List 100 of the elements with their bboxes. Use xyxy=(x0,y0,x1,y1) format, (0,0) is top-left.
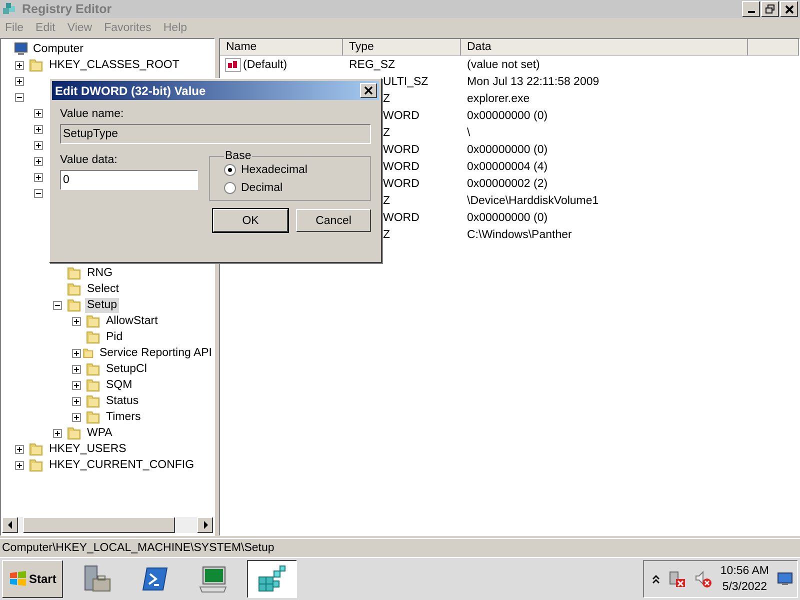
chevron-up-icon[interactable] xyxy=(652,574,660,584)
start-button[interactable]: Start xyxy=(2,560,64,598)
arrow-right-icon[interactable] xyxy=(202,521,208,529)
folder-icon xyxy=(28,441,44,457)
tree-item[interactable]: Status xyxy=(104,394,141,408)
restore-icon xyxy=(765,4,775,14)
close-button[interactable] xyxy=(360,83,377,98)
table-cell-text: Mon Jul 13 22:11:58 2009 xyxy=(466,76,600,88)
registry-cubes-icon xyxy=(2,1,18,17)
expander[interactable] xyxy=(15,60,24,70)
expander[interactable] xyxy=(53,300,62,310)
string-value-icon xyxy=(225,58,241,72)
column-header[interactable]: Data xyxy=(461,39,748,56)
cancel-button[interactable]: Cancel xyxy=(296,209,371,232)
folder-icon xyxy=(66,281,82,297)
table-cell-text: 0x00000002 (2) xyxy=(466,178,549,190)
expander[interactable] xyxy=(15,444,24,454)
expander[interactable] xyxy=(34,188,43,198)
folder-icon xyxy=(85,377,101,393)
folder-icon xyxy=(85,393,101,409)
expander[interactable] xyxy=(15,460,24,470)
expander[interactable] xyxy=(15,92,24,102)
tree-item[interactable]: Service Reporting API xyxy=(97,346,214,360)
expander[interactable] xyxy=(34,140,43,150)
value-data-field[interactable]: 0 xyxy=(60,170,198,190)
ok-button[interactable]: OK xyxy=(213,209,288,232)
tree-item[interactable]: Timers xyxy=(104,410,143,424)
column-header[interactable]: Type xyxy=(343,39,461,56)
table-cell-text: 0x00000000 (0) xyxy=(466,110,549,122)
expander[interactable] xyxy=(72,364,81,374)
tree-item[interactable]: HKEY_CLASSES_ROOT xyxy=(47,58,182,72)
table-cell-text: Z xyxy=(382,194,392,206)
horizontal-scrollbar[interactable] xyxy=(2,517,213,533)
table-cell-text: WORD xyxy=(382,160,420,172)
close-button[interactable] xyxy=(780,1,798,17)
minimize-button[interactable] xyxy=(742,1,760,17)
folder-icon xyxy=(28,457,44,473)
tree-item[interactable]: Computer xyxy=(31,42,86,56)
table-cell-text: 0x00000000 (0) xyxy=(466,212,549,224)
expander[interactable] xyxy=(34,172,43,182)
window-title: Registry Editor xyxy=(22,2,113,16)
expander[interactable] xyxy=(72,348,81,358)
clock-date[interactable]: 5/3/2022 xyxy=(722,579,768,595)
tree-item[interactable]: SetupCl xyxy=(104,362,149,376)
expander[interactable] xyxy=(34,108,43,118)
expander[interactable] xyxy=(34,124,43,134)
network-error-icon[interactable] xyxy=(668,570,686,588)
radio-label[interactable]: Hexadecimal xyxy=(241,164,308,176)
tree-item[interactable]: HKEY_USERS xyxy=(47,442,128,456)
group-label: Base xyxy=(224,150,252,162)
show-desktop-icon[interactable] xyxy=(777,572,793,586)
table-cell-text: \ xyxy=(466,126,472,138)
speaker-muted-icon[interactable] xyxy=(694,570,712,588)
computer-icon xyxy=(13,42,29,56)
radio-button[interactable] xyxy=(224,164,236,176)
close-icon xyxy=(364,86,373,95)
table-cell-text: C:\Windows\Panther xyxy=(466,228,573,240)
expander[interactable] xyxy=(15,76,24,86)
close-icon xyxy=(784,4,794,14)
tree-item[interactable]: Setup xyxy=(85,298,120,312)
folder-icon xyxy=(28,57,44,73)
minimize-icon xyxy=(748,11,754,13)
folder-icon xyxy=(85,313,101,329)
restore-button[interactable] xyxy=(761,1,779,17)
tree-item[interactable]: SQM xyxy=(104,378,134,392)
table-cell-text: Z xyxy=(382,92,392,104)
tree-item[interactable]: HKEY_CURRENT_CONFIG xyxy=(47,458,196,472)
table-cell-text: explorer.exe xyxy=(466,92,531,104)
expander[interactable] xyxy=(72,380,81,390)
table-cell-text: 0x00000004 (4) xyxy=(466,160,549,172)
folder-icon xyxy=(66,265,82,281)
table-cell-text: ULTI_SZ xyxy=(382,76,430,88)
table-cell-text: Z xyxy=(382,228,392,240)
radio-label[interactable]: Decimal xyxy=(241,182,283,194)
field-label: Value data: xyxy=(60,154,118,166)
column-header[interactable]: Name xyxy=(220,39,343,56)
value-name-field[interactable]: SetupType xyxy=(60,124,371,144)
table-cell-text: 0x00000000 (0) xyxy=(466,144,549,156)
table-cell-text: \Device\HarddiskVolume1 xyxy=(466,194,600,206)
expander[interactable] xyxy=(34,156,43,166)
tree-item[interactable]: Pid xyxy=(104,330,125,344)
value-name[interactable]: (Default) xyxy=(243,58,288,70)
folder-icon xyxy=(66,297,82,313)
folder-icon xyxy=(66,425,82,441)
field-label: Value name: xyxy=(60,108,125,120)
tree-item[interactable]: AllowStart xyxy=(104,314,160,328)
radio-button[interactable] xyxy=(224,182,236,194)
arrow-left-icon[interactable] xyxy=(8,521,12,529)
registry-cubes-icon[interactable] xyxy=(247,560,298,598)
expander[interactable] xyxy=(72,396,81,406)
clock-time[interactable]: 10:56 AM xyxy=(720,563,769,579)
expander[interactable] xyxy=(72,316,81,326)
tree-item[interactable]: RNG xyxy=(85,266,115,280)
expander[interactable] xyxy=(72,412,81,422)
table-cell-text: WORD xyxy=(382,144,420,156)
windows-flag-icon xyxy=(9,571,27,587)
tree-item[interactable]: Select xyxy=(85,282,121,296)
expander[interactable] xyxy=(53,428,62,438)
tree-item[interactable]: WPA xyxy=(85,426,114,440)
table-cell-text: Z xyxy=(382,126,392,138)
